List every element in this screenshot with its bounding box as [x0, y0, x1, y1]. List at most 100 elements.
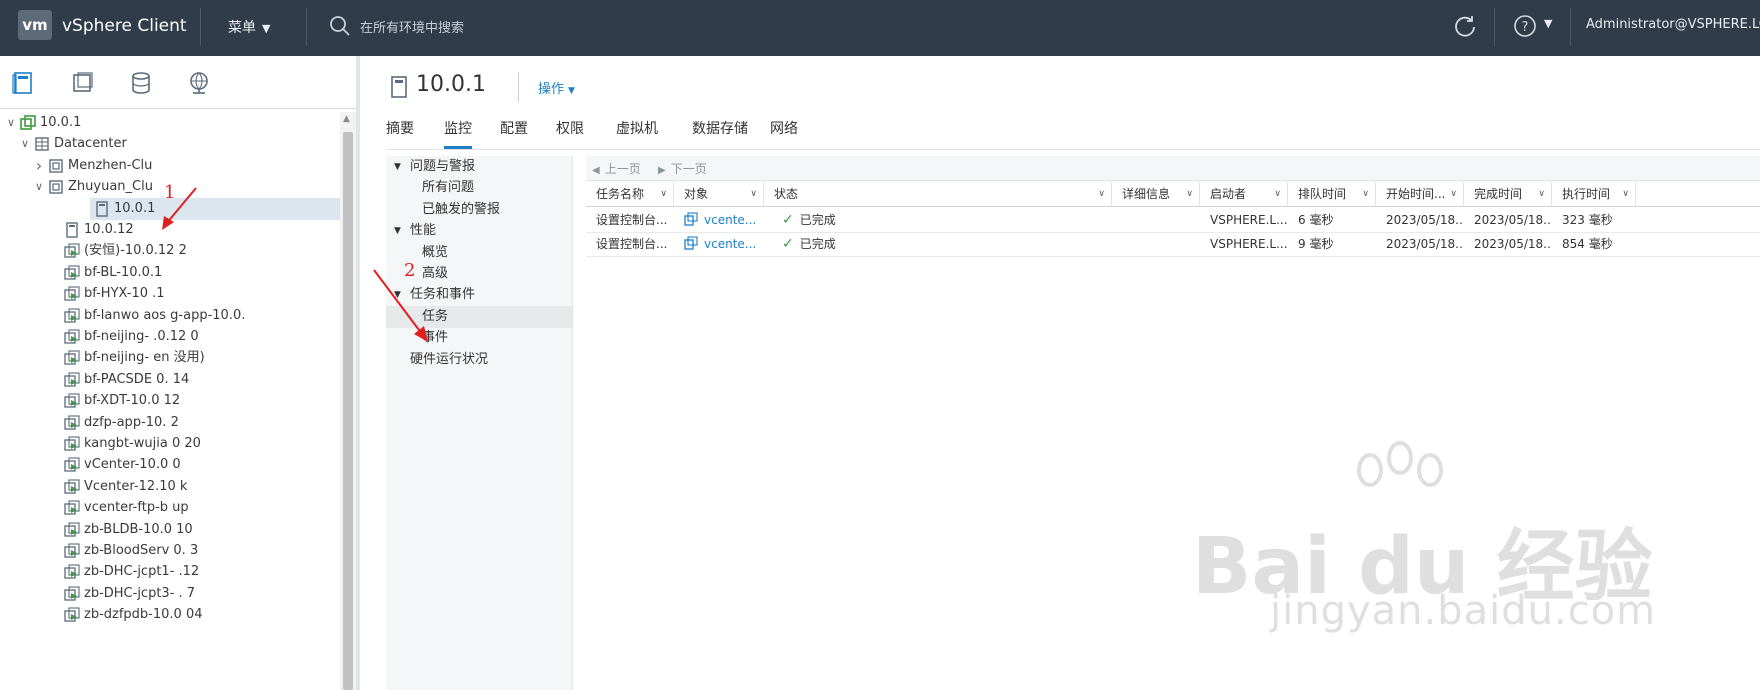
tab-datastores[interactable]: 数据存储	[692, 118, 748, 146]
nav-item-label: 硬件运行状况	[410, 351, 489, 367]
nav-item[interactable]: 事件	[386, 327, 572, 349]
col-end-header[interactable]: 完成时间 ∨	[1464, 182, 1552, 206]
nav-group[interactable]: ▼ 性能	[386, 220, 572, 242]
vms-templates-icon[interactable]	[70, 70, 96, 96]
cell-text: 2023/05/18...	[1474, 213, 1552, 227]
tree-item[interactable]: vcenter-ftp-b up	[0, 497, 340, 519]
help-icon[interactable]: ?	[1512, 13, 1538, 39]
tree-item[interactable]: bf-BL-10.0.1	[0, 262, 340, 284]
table-row[interactable]: 设置控制台... vcente... ✓ 已完成 VSPHERE.L... 6 毫秒 202…	[586, 208, 1760, 233]
nav-group[interactable]: ▼ 问题与警报	[386, 156, 572, 178]
nav-item-label: 事件	[422, 330, 449, 346]
col-end-cell: 2023/05/18...	[1464, 232, 1552, 256]
cell-text: 2023/05/18...	[1386, 213, 1464, 227]
tab-networks[interactable]: 网络	[770, 118, 798, 146]
watermark-url: jingyan.baidu.com	[1270, 588, 1657, 634]
col-task-name-header[interactable]: 任务名称 ∨	[586, 182, 674, 206]
col-object-header[interactable]: 对象 ∨	[674, 182, 764, 206]
tree-scrollbar[interactable]: ▲	[340, 112, 356, 690]
col-object-cell[interactable]: vcente...	[674, 232, 764, 256]
chevron-right-icon[interactable]: ›	[32, 155, 46, 177]
scrollbar-thumb[interactable]	[343, 132, 353, 690]
column-menu-icon[interactable]: ∨	[1538, 182, 1545, 206]
col-initiator-header[interactable]: 启动者 ∨	[1200, 182, 1288, 206]
storage-icon[interactable]	[128, 70, 154, 96]
caret-down-icon[interactable]: ▼	[394, 156, 401, 178]
col-start-header[interactable]: 开始时间... ∨	[1376, 182, 1464, 206]
chevron-down-icon[interactable]: ∨	[32, 176, 46, 198]
nav-group[interactable]: ▼ 任务和事件	[386, 284, 572, 306]
chevron-down-icon[interactable]: ∨	[18, 133, 32, 155]
nav-item[interactable]: 已触发的警报	[386, 199, 572, 221]
title-divider	[518, 72, 519, 102]
tree-item[interactable]: zb-BloodServ 0. 3	[0, 540, 340, 562]
nav-item[interactable]: 任务	[386, 305, 572, 328]
user-menu[interactable]: Administrator@VSPHERE.LO	[1586, 17, 1760, 32]
tree-item[interactable]: bf-lanwo aos g-app-10.0.	[0, 305, 340, 327]
chevron-down-icon[interactable]: ▼	[1544, 17, 1552, 30]
tree-item[interactable]: kangbt-wujia 0 20	[0, 433, 340, 455]
networking-icon[interactable]	[186, 70, 212, 96]
col-status-header[interactable]: 状态 ∨	[764, 182, 1112, 206]
tree-item[interactable]: vCenter-10.0 0	[0, 454, 340, 476]
tab-summary[interactable]: 摘要	[386, 118, 414, 146]
prev-page-button[interactable]: ◀ 上一页	[592, 160, 641, 177]
scroll-up-icon[interactable]: ▲	[343, 114, 350, 124]
tree-item[interactable]: › Menzhen-Clu	[0, 155, 340, 177]
tree-item[interactable]: bf-XDT-10.0 12	[0, 390, 340, 412]
tree-item[interactable]: bf-neijing- .0.12 0	[0, 326, 340, 348]
app-title[interactable]: vSphere Client	[62, 16, 187, 36]
cell-text: vcente...	[704, 237, 757, 251]
tree-item[interactable]: Vcenter-12.10 k	[0, 476, 340, 498]
cell-text: vcente...	[704, 213, 757, 227]
tree-item[interactable]: bf-neijing- en 没用)	[0, 347, 340, 369]
column-menu-icon[interactable]: ∨	[750, 182, 757, 206]
tree-item-label: dzfp-app-10. 2	[84, 414, 179, 430]
col-queued-header[interactable]: 排队时间 ∨	[1288, 182, 1376, 206]
caret-down-icon[interactable]: ▼	[394, 220, 401, 242]
tree-item[interactable]: ∨ 10.0.1	[0, 112, 340, 134]
col-object-cell[interactable]: vcente...	[674, 208, 764, 232]
tree-item[interactable]: dzfp-app-10. 2	[0, 412, 340, 434]
actions-menu[interactable]: 操作 ▼	[538, 78, 575, 97]
column-menu-icon[interactable]: ∨	[1362, 182, 1369, 206]
tree-item[interactable]: zb-BLDB-10.0 10	[0, 519, 340, 541]
col-details-cell	[1112, 232, 1200, 256]
column-menu-icon[interactable]: ∨	[1098, 182, 1105, 206]
col-duration-header[interactable]: 执行时间 ∨	[1552, 182, 1636, 206]
column-menu-icon[interactable]: ∨	[660, 182, 667, 206]
menu-button[interactable]: 菜单 ▼	[228, 17, 270, 37]
column-menu-icon[interactable]: ∨	[1274, 182, 1281, 206]
cluster-icon	[48, 179, 64, 195]
column-menu-icon[interactable]: ∨	[1622, 182, 1629, 206]
tree-item[interactable]: ∨ Datacenter	[0, 133, 340, 155]
column-menu-icon[interactable]: ∨	[1450, 182, 1457, 206]
chevron-down-icon[interactable]: ∨	[4, 112, 18, 134]
hosts-clusters-icon[interactable]	[10, 70, 36, 96]
vm-icon	[64, 564, 80, 580]
tree-item[interactable]: (安恒)-10.0.12 2	[0, 240, 340, 262]
tab-configure[interactable]: 配置	[500, 118, 528, 146]
vmware-logo[interactable]: vm	[18, 10, 52, 40]
global-search-input[interactable]: 在所有环境中搜索	[360, 17, 464, 36]
column-menu-icon[interactable]: ∨	[1186, 182, 1193, 206]
tab-divider	[386, 149, 1760, 150]
tab-vms[interactable]: 虚拟机	[616, 118, 658, 146]
table-row[interactable]: 设置控制台... vcente... ✓ 已完成 VSPHERE.L... 9 毫秒 202…	[586, 232, 1760, 257]
tab-permissions[interactable]: 权限	[556, 118, 584, 146]
nav-item[interactable]: 硬件运行状况	[386, 349, 572, 371]
next-page-button[interactable]: ▶ 下一页	[658, 160, 707, 177]
tree-item[interactable]: bf-PACSDE 0. 14	[0, 369, 340, 391]
tree-item[interactable]: bf-HYX-10 .1	[0, 283, 340, 305]
caret-down-icon[interactable]: ▼	[394, 284, 401, 306]
refresh-icon[interactable]	[1452, 13, 1478, 39]
tree-item[interactable]: zb-dzfpdb-10.0 04	[0, 604, 340, 626]
tab-monitor[interactable]: 监控	[444, 118, 472, 149]
tree-item[interactable]: zb-DHC-jcpt1- .12	[0, 561, 340, 583]
nav-item[interactable]: 所有问题	[386, 177, 572, 199]
tree-item[interactable]: 10.0.12	[0, 219, 340, 241]
tree-item[interactable]: 10.0.1	[90, 197, 340, 220]
col-details-header[interactable]: 详细信息 ∨	[1112, 182, 1200, 206]
search-icon[interactable]	[328, 14, 352, 38]
tree-item[interactable]: zb-DHC-jcpt3- . 7	[0, 583, 340, 605]
